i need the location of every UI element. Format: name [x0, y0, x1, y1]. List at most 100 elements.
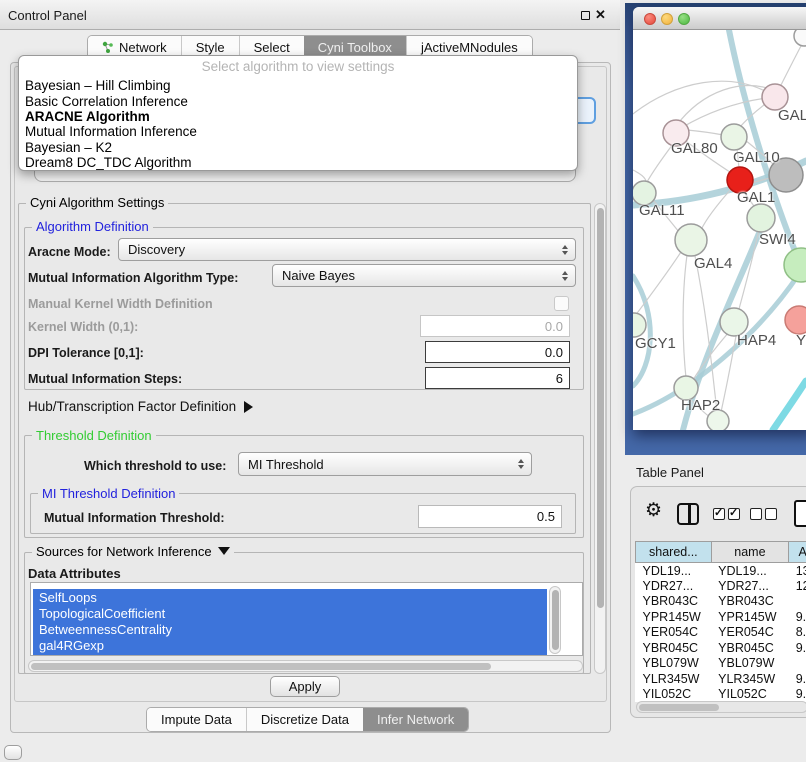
tab-discretize-data[interactable]: Discretize Data	[246, 708, 363, 731]
tab-network-label: Network	[119, 40, 167, 55]
network-node-label: Y	[796, 332, 806, 349]
manual-kernel-label: Manual Kernel Width Definition	[28, 297, 213, 311]
unchecked-box-icon	[765, 508, 777, 520]
select-all-columns-button[interactable]	[713, 508, 740, 520]
minimize-traffic-icon[interactable]	[661, 13, 673, 25]
zoom-traffic-icon[interactable]	[678, 13, 690, 25]
stepper-arrows-icon	[518, 459, 524, 469]
settings-scrollbar[interactable]	[594, 203, 606, 674]
float-panel-icon[interactable]	[581, 11, 590, 20]
table-row[interactable]: YDL19...YDL19...13	[636, 563, 806, 579]
mi-type-label: Mutual Information Algorithm Type:	[28, 271, 238, 285]
network-node-label: GAL10	[733, 149, 780, 166]
mi-steps-field[interactable]: 6	[425, 367, 570, 389]
algorithm-dropdown[interactable]: Select algorithm to view settings Bayesi…	[18, 55, 578, 171]
network-graph	[633, 30, 806, 430]
threshold-definition-title: Threshold Definition	[32, 428, 156, 443]
network-window-titlebar[interactable]	[633, 7, 806, 30]
table-settings-button[interactable]: ⚙	[645, 499, 662, 522]
aracne-mode-select[interactable]: Discovery	[118, 238, 576, 261]
table-panel-title: Table Panel	[636, 465, 704, 480]
node-gcy1[interactable]	[633, 313, 646, 337]
table-row[interactable]: YBL079WYBL079W	[636, 656, 806, 672]
tab-infer-network[interactable]: Infer Network	[363, 708, 468, 731]
network-node-label: GAL1	[737, 189, 775, 206]
network-node-label: HAP2	[681, 397, 720, 414]
table-row[interactable]: YER054CYER054C8.	[636, 625, 806, 641]
network-node-label: SWI4	[759, 231, 796, 248]
algorithm-option[interactable]: Basic Correlation Inference	[25, 94, 188, 109]
bottom-tabbar: Impute Data Discretize Data Infer Networ…	[146, 707, 469, 732]
network-view-window[interactable]: GAL80 GAL10 GAL1 GAL11 SWI4 GAL4 GCY1 HA…	[633, 7, 806, 430]
column-header-shared-name[interactable]: shared...	[636, 542, 712, 563]
node-salmon[interactable]	[785, 306, 806, 334]
network-node-label: HAP4	[737, 332, 776, 349]
attribute-item[interactable]: TopologicalCoefficient	[39, 606, 165, 621]
algorithm-option[interactable]: Mutual Information Inference	[25, 124, 197, 139]
attributes-scrollbar[interactable]	[549, 586, 561, 654]
sources-frame-title[interactable]: Sources for Network Inference	[32, 544, 234, 559]
control-panel-title: Control Panel	[8, 8, 87, 23]
close-icon[interactable]: ✕	[595, 7, 606, 23]
kernel-width-field[interactable]: 0.0	[420, 315, 570, 337]
control-panel-titlebar: Control Panel ✕	[0, 0, 620, 30]
node-gal4[interactable]	[675, 224, 707, 256]
table-row[interactable]: YIL052CYIL052C9.	[636, 687, 806, 703]
network-icon	[102, 41, 114, 54]
attribute-item[interactable]: BetweennessCentrality	[39, 622, 172, 637]
mi-threshold-frame-title: MI Threshold Definition	[38, 486, 179, 501]
algorithm-option[interactable]: Bayesian – K2	[25, 140, 112, 155]
node-gal10[interactable]	[721, 124, 747, 150]
desktop-top-strip	[625, 0, 806, 3]
data-attributes-label: Data Attributes	[28, 566, 121, 581]
checked-box-icon	[713, 508, 725, 520]
mi-type-select[interactable]: Naive Bayes	[272, 264, 576, 287]
close-traffic-icon[interactable]	[644, 13, 656, 25]
table-row[interactable]: YLR345WYLR345W9.	[636, 671, 806, 687]
network-desktop: GAL80 GAL10 GAL1 GAL11 SWI4 GAL4 GCY1 HA…	[625, 0, 806, 455]
table-row[interactable]: YDR27...YDR27...12	[636, 578, 806, 594]
manual-kernel-checkbox[interactable]	[554, 296, 569, 311]
dpi-tolerance-label: DPI Tolerance [0,1]:	[28, 346, 144, 360]
deselect-all-columns-button[interactable]	[750, 508, 777, 520]
algorithm-option[interactable]: Bayesian – Hill Climbing	[25, 78, 171, 93]
unchecked-box-icon	[750, 508, 762, 520]
table-row[interactable]: YBR043CYBR043C	[636, 594, 806, 610]
algorithm-option[interactable]: Dream8 DC_TDC Algorithm	[25, 155, 192, 170]
table-row[interactable]: YBR045CYBR045C9.	[636, 640, 806, 656]
mi-steps-label: Mutual Information Steps:	[28, 372, 182, 386]
column-header-name[interactable]: name	[711, 542, 789, 563]
network-node-label: GAL11	[639, 202, 685, 219]
which-threshold-select[interactable]: MI Threshold	[238, 452, 532, 476]
node-big-green[interactable]	[784, 248, 806, 282]
algorithm-dropdown-placeholder: Select algorithm to view settings	[19, 59, 577, 74]
attribute-item[interactable]: SelfLoops	[39, 590, 97, 605]
network-node-label: GAL4	[694, 255, 732, 272]
mi-threshold-label: Mutual Information Threshold:	[44, 511, 225, 525]
new-table-icon[interactable]	[794, 500, 806, 527]
node-swi4[interactable]	[747, 204, 775, 232]
table-panel: ⚙ shared... name A YDL19...YDL19...13 YD…	[630, 486, 806, 718]
corner-mini-button[interactable]	[4, 745, 22, 760]
attributes-hscrollbar[interactable]	[28, 660, 583, 672]
mi-threshold-field[interactable]: 0.5	[418, 505, 562, 528]
table-row[interactable]: YPR145WYPR145W9.	[636, 609, 806, 625]
algorithm-definition-title: Algorithm Definition	[32, 219, 153, 234]
algorithm-option-selected[interactable]: ARACNE Algorithm	[25, 109, 150, 124]
node-partial-top[interactable]	[794, 30, 806, 46]
expanded-arrow-icon	[218, 547, 230, 555]
dpi-tolerance-field[interactable]: 0.0	[425, 341, 570, 363]
column-header-partial[interactable]: A	[789, 542, 806, 563]
network-node-label: GAL	[778, 107, 806, 124]
attribute-item[interactable]: gal4RGexp	[39, 638, 104, 653]
network-canvas[interactable]: GAL80 GAL10 GAL1 GAL11 SWI4 GAL4 GCY1 HA…	[633, 30, 806, 430]
tab-impute-data[interactable]: Impute Data	[147, 708, 246, 731]
hub-definition-toggle[interactable]: Hub/Transcription Factor Definition	[28, 399, 253, 414]
data-attributes-list[interactable]: SelfLoops TopologicalCoefficient Between…	[30, 582, 583, 656]
settings-frame-title: Cyni Algorithm Settings	[26, 195, 168, 210]
apply-button[interactable]: Apply	[270, 676, 340, 697]
table-hscrollbar[interactable]	[636, 701, 806, 713]
network-node-label: GCY1	[635, 335, 676, 352]
split-view-icon[interactable]	[677, 503, 699, 525]
network-node-label: GAL80	[671, 140, 718, 157]
